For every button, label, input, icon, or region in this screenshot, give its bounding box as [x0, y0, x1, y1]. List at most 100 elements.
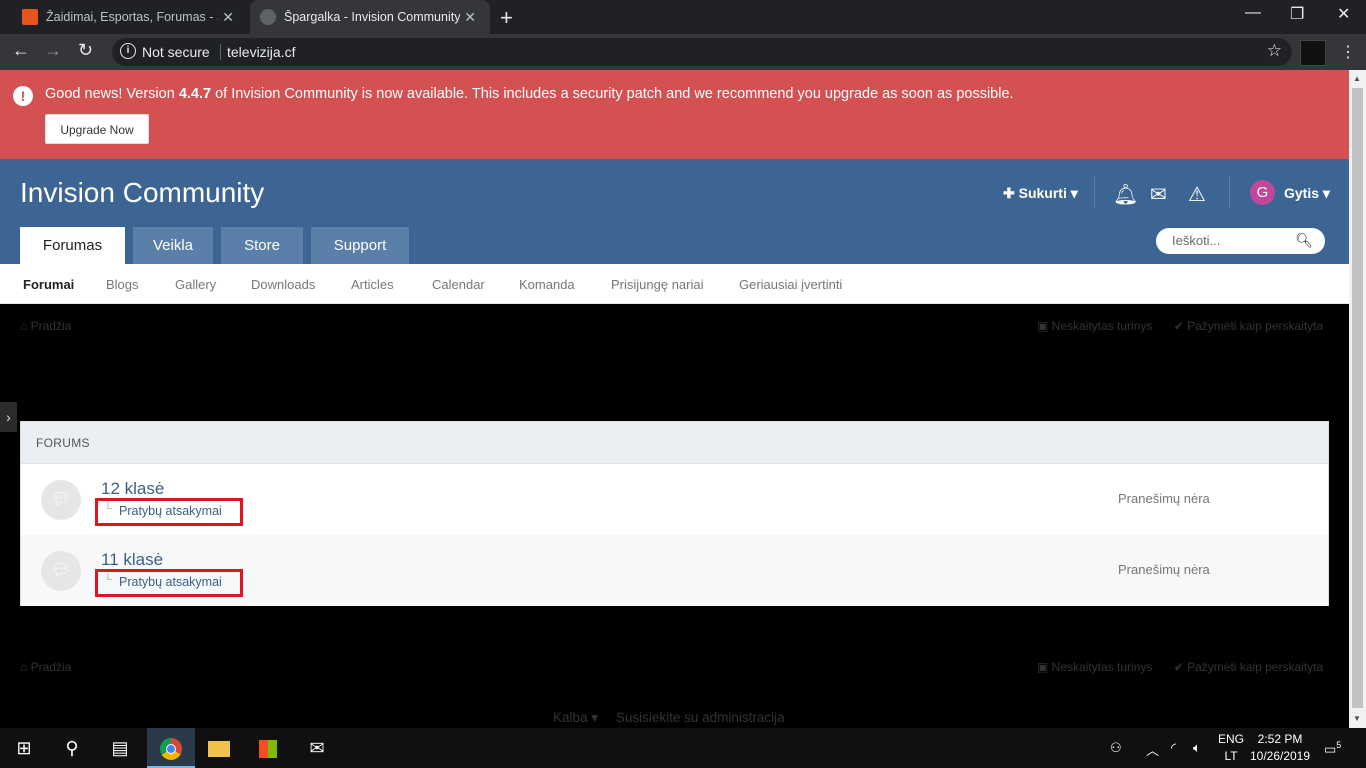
- check-icon: ✔: [1173, 319, 1188, 333]
- subnav-blogs[interactable]: Blogs: [106, 277, 139, 292]
- browser-tab-active[interactable]: Špargalka - Invision Community ✕: [250, 0, 490, 34]
- profile-avatar[interactable]: [1300, 40, 1326, 66]
- tab-support[interactable]: Support: [311, 227, 409, 264]
- caret-down-icon: ▾: [587, 710, 599, 725]
- windows-start-icon[interactable]: ⊞: [0, 728, 48, 768]
- reload-icon[interactable]: ↻: [78, 40, 93, 61]
- subnav-online-users[interactable]: Prisijungę nariai: [611, 277, 704, 292]
- plus-icon: ✚: [1003, 185, 1019, 201]
- scroll-down-icon[interactable]: ▼: [1353, 714, 1361, 723]
- subnav-calendar[interactable]: Calendar: [432, 277, 485, 292]
- search-placeholder: Ieškoti...: [1172, 233, 1221, 248]
- new-tab-icon[interactable]: +: [500, 5, 513, 31]
- mark-read-link[interactable]: Pažymėti kaip perskaityta: [1187, 319, 1323, 333]
- subnav-top-rated[interactable]: Geriausiai įvertinti: [739, 277, 842, 292]
- mail-icon[interactable]: ✉: [293, 728, 341, 768]
- notifications-icon[interactable]: ▭5: [1324, 740, 1341, 757]
- forum-title[interactable]: 11 klasė: [101, 550, 163, 570]
- close-tab-icon[interactable]: ✕: [464, 9, 476, 26]
- alert-text-end: of Invision Community is now available. …: [211, 86, 1014, 102]
- info-icon[interactable]: i: [120, 43, 136, 59]
- user-menu[interactable]: Gytis ▾: [1284, 185, 1330, 202]
- home-icon: ⌂: [20, 319, 31, 333]
- restore-icon[interactable]: ❐: [1290, 4, 1304, 24]
- omnibox-divider: [220, 44, 221, 60]
- keyboard-layout: LT: [1224, 749, 1238, 763]
- close-tab-icon[interactable]: ✕: [222, 9, 234, 26]
- bookmark-star-icon[interactable]: ☆: [1267, 41, 1282, 61]
- subforum-highlight: └ Pratybų atsakymai: [95, 498, 243, 526]
- search-input[interactable]: Ieškoti... 🔍︎: [1156, 228, 1325, 254]
- chat-bubble-icon: 💬︎: [41, 551, 81, 591]
- network-icon[interactable]: ◜: [1171, 740, 1176, 756]
- notification-count: 5: [1336, 740, 1342, 750]
- tab-forumas[interactable]: Forumas: [20, 227, 125, 264]
- volume-icon[interactable]: 🔈︎: [1193, 740, 1201, 756]
- unread-content-link[interactable]: Neskaitytas turinys: [1052, 319, 1153, 333]
- language-code: ENG: [1218, 732, 1245, 746]
- breadcrumb-actions-bottom: ▣ Neskaitytas turinys ✔ Pažymėti kaip pe…: [1037, 660, 1323, 674]
- envelope-icon[interactable]: ✉: [1150, 182, 1167, 207]
- menu-kebab-icon[interactable]: ⋮: [1340, 42, 1356, 62]
- browser-tab[interactable]: Žaidimai, Esportas, Forumas - Sup ✕: [0, 0, 248, 34]
- file-explorer-icon[interactable]: [195, 728, 243, 768]
- subforum-branch-icon: └: [104, 574, 112, 586]
- scroll-up-icon[interactable]: ▲: [1353, 74, 1361, 83]
- store-icon[interactable]: [244, 728, 292, 768]
- chevron-up-icon[interactable]: ︿: [1146, 740, 1159, 759]
- people-icon[interactable]: ⚇: [1110, 740, 1122, 756]
- sidebar-toggle-chevron-icon[interactable]: ›: [0, 402, 17, 432]
- forum-title[interactable]: 12 klasė: [101, 479, 164, 499]
- unread-content-link[interactable]: Neskaitytas turinys: [1052, 660, 1153, 674]
- header-divider: [1229, 175, 1230, 209]
- system-clock[interactable]: 2:52 PM 10/26/2019: [1248, 731, 1312, 765]
- subnav-gallery[interactable]: Gallery: [175, 277, 216, 292]
- subforum-link[interactable]: Pratybų atsakymai: [119, 575, 222, 589]
- tab-store[interactable]: Store: [221, 227, 303, 264]
- user-avatar[interactable]: G: [1250, 180, 1275, 205]
- search-icon[interactable]: 🔍︎: [1295, 232, 1313, 249]
- security-label[interactable]: Not secure: [142, 44, 210, 60]
- breadcrumb-home[interactable]: Pradžia: [31, 660, 72, 674]
- last-post-info: Pranešimų nėra: [1118, 491, 1210, 506]
- forward-icon[interactable]: →: [44, 40, 62, 61]
- url-text[interactable]: televizija.cf: [227, 44, 295, 60]
- subforum-link[interactable]: Pratybų atsakymai: [119, 504, 222, 518]
- subnav-articles[interactable]: Articles: [351, 277, 394, 292]
- language-menu[interactable]: Kalba: [553, 710, 588, 725]
- page-footer: Kalba ▾ Susisiekite su administracija: [553, 710, 785, 726]
- close-window-icon[interactable]: ✕: [1337, 4, 1350, 24]
- home-icon: ⌂: [20, 660, 31, 674]
- subnav-forumai[interactable]: Forumai: [23, 277, 74, 292]
- subnav-downloads[interactable]: Downloads: [251, 277, 315, 292]
- scrollbar-thumb[interactable]: [1352, 88, 1363, 708]
- breadcrumb-actions: ▣ Neskaitytas turinys ✔ Pažymėti kaip pe…: [1037, 319, 1323, 333]
- bell-icon[interactable]: 🔔︎: [1113, 182, 1138, 207]
- caret-down-icon: ▾: [1319, 185, 1330, 201]
- page-scrollbar[interactable]: ▲ ▼: [1349, 70, 1366, 728]
- mark-read-link[interactable]: Pažymėti kaip perskaityta: [1187, 660, 1323, 674]
- subnav-komanda[interactable]: Komanda: [519, 277, 575, 292]
- warning-icon[interactable]: ⚠: [1188, 182, 1206, 207]
- create-button[interactable]: ✚ Sukurti ▾: [1003, 185, 1078, 202]
- forums-heading: FORUMS: [21, 422, 1328, 464]
- upgrade-now-button[interactable]: Upgrade Now: [45, 114, 149, 144]
- contact-link[interactable]: Susisiekite su administracija: [616, 710, 785, 725]
- task-view-icon[interactable]: ▤: [96, 728, 144, 768]
- breadcrumb-home[interactable]: Pradžia: [31, 319, 72, 333]
- address-bar[interactable]: i Not secure televizija.cf ☆: [112, 38, 1292, 66]
- search-icon[interactable]: ⚲: [48, 728, 96, 768]
- subforum-highlight: └ Pratybų atsakymai: [95, 569, 243, 597]
- minimize-icon[interactable]: —: [1245, 4, 1261, 22]
- chrome-icon[interactable]: [147, 728, 195, 768]
- clock-date: 10/26/2019: [1249, 749, 1311, 763]
- alert-message: Good news! Version 4.4.7 of Invision Com…: [45, 86, 1014, 102]
- site-title[interactable]: Invision Community: [20, 177, 264, 209]
- input-language[interactable]: ENG LT: [1218, 731, 1244, 765]
- tab-veikla[interactable]: Veikla: [133, 227, 213, 264]
- back-icon[interactable]: ←: [12, 40, 30, 61]
- upgrade-alert: ! Good news! Version 4.4.7 of Invision C…: [0, 70, 1349, 159]
- last-post-info: Pranešimų nėra: [1118, 562, 1210, 577]
- browser-tab-strip: Žaidimai, Esportas, Forumas - Sup ✕ Špar…: [0, 0, 1366, 34]
- windows-taskbar: ⊞ ⚲ ▤ ✉ ⚇ ︿ ◜ 🔈︎ ENG LT 2:52 PM 10/26/20…: [0, 728, 1366, 768]
